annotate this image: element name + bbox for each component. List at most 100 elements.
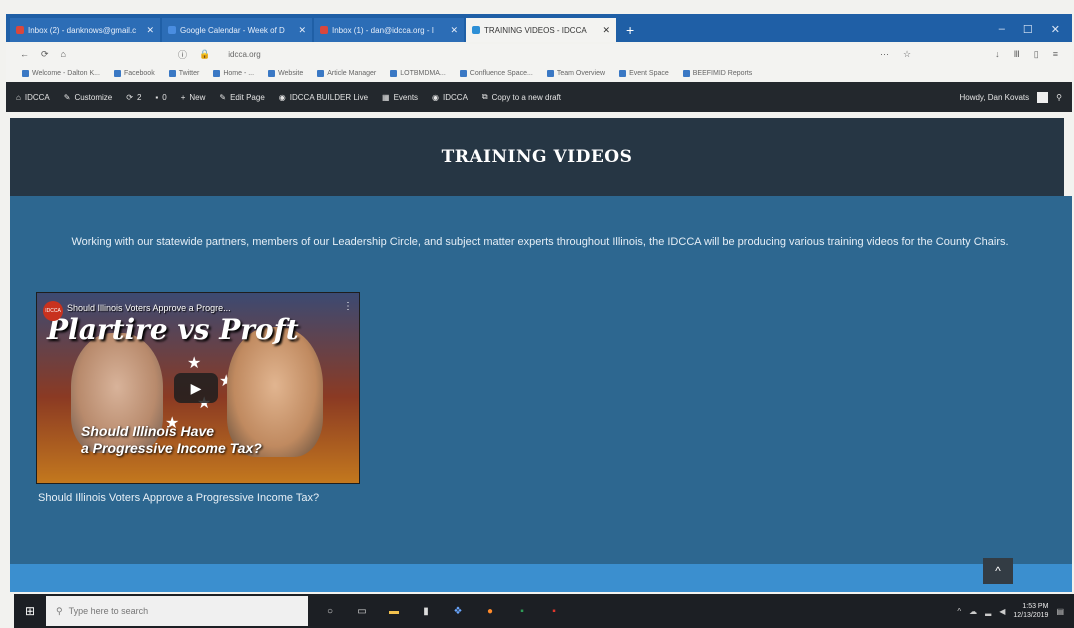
download-icon[interactable]: ↓ <box>995 49 1000 60</box>
page-actions-icon[interactable]: ⋯ <box>880 49 889 60</box>
scroll-to-top-button[interactable]: ^ <box>983 558 1013 584</box>
video-subtitle-line-2: a Progressive Income Tax? <box>81 440 262 456</box>
pencil-icon: ✎ <box>219 92 227 102</box>
close-tab-icon[interactable]: ✕ <box>602 25 610 36</box>
file-explorer-icon[interactable]: ▬ <box>386 603 402 619</box>
bookmark-icon <box>390 69 398 77</box>
calculator-icon[interactable]: ▮ <box>418 603 434 619</box>
lock-icon: 🔒 <box>199 48 211 59</box>
tab-label: Inbox (1) - dan@idcca.org - I <box>332 25 434 35</box>
acrobat-icon[interactable]: ▪ <box>546 603 562 619</box>
bookmark-item[interactable]: Website <box>268 69 303 77</box>
tab-training-videos[interactable]: TRAINING VIDEOS - IDCCA ✕ <box>466 18 616 42</box>
bookmark-item[interactable]: Confluence Space... <box>459 69 533 77</box>
screen: Inbox (2) - danknows@gmail.c ✕ Google Ca… <box>0 0 1074 628</box>
footer-strip <box>10 564 1072 592</box>
page-header: TRAINING VIDEOS <box>10 118 1064 196</box>
play-button[interactable]: ▶ <box>174 373 218 403</box>
volume-icon[interactable]: ◀ <box>999 607 1005 616</box>
close-tab-icon[interactable]: ✕ <box>450 25 458 36</box>
library-icon[interactable]: Ⅲ <box>1014 49 1020 60</box>
tab-label: Inbox (2) - danknows@gmail.c <box>28 25 137 35</box>
bookmark-item[interactable]: Home - ... <box>213 69 254 77</box>
bookmark-icon <box>213 69 221 77</box>
chevron-up-icon[interactable]: ^ <box>957 607 961 616</box>
firefox-icon[interactable]: ● <box>482 603 498 619</box>
minimize-icon[interactable]: – <box>999 23 1005 36</box>
bookmark-icon <box>268 69 276 77</box>
system-tray: ^ ☁ ▂ ◀ 1:53 PM 12/13/2019 ▤ <box>957 602 1074 620</box>
home-icon: ⌂ <box>16 92 21 102</box>
dropbox-icon[interactable]: ❖ <box>450 603 466 619</box>
video-player[interactable]: ★ ★ ★ ★ Plartire vs Proft IDCCA Should I… <box>36 292 360 484</box>
more-options-icon[interactable]: ⋮ <box>343 301 353 312</box>
video-title-bar[interactable]: Should Illinois Voters Approve a Progre.… <box>67 303 231 313</box>
video-subtitle-line-1: Should Illinois Have <box>81 423 215 439</box>
url-field[interactable]: idcca.org <box>228 50 260 59</box>
cortana-icon[interactable]: ○ <box>322 603 338 619</box>
close-tab-icon[interactable]: ✕ <box>298 25 306 36</box>
close-tab-icon[interactable]: ✕ <box>146 25 154 36</box>
time: 1:53 PM <box>1022 603 1049 610</box>
tab-gmail-1[interactable]: Inbox (2) - danknows@gmail.c ✕ <box>10 18 160 42</box>
bookmark-item[interactable]: BEEFIMID Reports <box>682 69 752 77</box>
admin-customize-link[interactable]: ✎ Customize <box>64 93 113 102</box>
reload-icon[interactable]: ⟳ <box>41 49 49 60</box>
bookmark-item[interactable]: Twitter <box>168 69 199 77</box>
builder-icon: ◉ <box>278 92 286 102</box>
bookmark-icon <box>22 69 29 77</box>
taskbar-search[interactable]: ⚲ Type here to search <box>46 596 308 626</box>
close-window-icon[interactable]: ✕ <box>1051 23 1060 36</box>
bookmark-item[interactable]: LOTBMDMA... <box>390 69 446 77</box>
admin-comments-link[interactable]: ▪ 0 <box>155 93 166 102</box>
video-subtitle: Should Illinois Have a Progressive Incom… <box>81 423 262 457</box>
page-title: TRAINING VIDEOS <box>441 147 633 167</box>
video-caption: Should Illinois Voters Approve a Progres… <box>38 492 320 504</box>
howdy-link[interactable]: Howdy, Dan Kovats <box>959 93 1029 102</box>
task-view-icon[interactable]: ▭ <box>354 603 370 619</box>
back-icon[interactable]: ← <box>20 49 29 59</box>
admin-account: Howdy, Dan Kovats ⚲ <box>959 91 1072 103</box>
bookmark-item[interactable]: Event Space <box>619 69 669 77</box>
bookmark-icon <box>317 69 325 77</box>
admin-events-link[interactable]: ▦ Events <box>382 93 418 102</box>
clock[interactable]: 1:53 PM 12/13/2019 <box>1013 602 1048 620</box>
admin-idcca-link[interactable]: ◉ IDCCA <box>432 93 468 102</box>
idcca-icon: ◉ <box>432 92 440 102</box>
windows-start-icon[interactable]: ⊞ <box>14 594 46 628</box>
tab-gmail-2[interactable]: Inbox (1) - dan@idcca.org - I ✕ <box>314 18 464 42</box>
menu-icon[interactable]: ≡ <box>1053 49 1058 60</box>
search-icon[interactable]: ⚲ <box>1056 93 1062 102</box>
avatar[interactable] <box>1037 91 1049 103</box>
cloud-icon[interactable]: ☁ <box>969 607 977 616</box>
search-placeholder: Type here to search <box>68 606 149 616</box>
bookmark-item[interactable]: Facebook <box>113 69 155 77</box>
admin-new-link[interactable]: + New <box>181 93 206 102</box>
sidebar-icon[interactable]: ▯ <box>1034 49 1039 60</box>
twitter-icon <box>168 69 176 77</box>
bookmark-item[interactable]: Welcome - Dalton K... <box>22 69 100 77</box>
bookmark-star-icon[interactable]: ☆ <box>903 49 911 60</box>
bookmark-icon <box>459 69 467 77</box>
notifications-icon[interactable]: ▤ <box>1056 607 1064 616</box>
home-icon[interactable]: ⌂ <box>61 49 66 59</box>
admin-site-link[interactable]: ⌂ IDCCA <box>16 93 50 102</box>
excel-icon[interactable]: ▪ <box>514 603 530 619</box>
network-icon[interactable]: ▂ <box>985 607 991 616</box>
admin-edit-page-link[interactable]: ✎ Edit Page <box>219 93 264 102</box>
tab-google-calendar[interactable]: Google Calendar - Week of D ✕ <box>162 18 312 42</box>
bookmark-item[interactable]: Article Manager <box>317 69 376 77</box>
admin-builder-link[interactable]: ◉ IDCCA BUILDER Live <box>279 93 368 102</box>
bookmark-item[interactable]: Team Overview <box>546 69 605 77</box>
star-icon: ★ <box>187 355 202 372</box>
bookmark-icon <box>682 69 690 77</box>
admin-copy-draft-link[interactable]: ⧉ Copy to a new draft <box>482 92 561 102</box>
wp-admin-bar: ⌂ IDCCA ✎ Customize ⟳ 2 ▪ 0 + New ✎ Edit Page … <box>6 82 1072 112</box>
search-icon: ⚲ <box>56 605 63 616</box>
admin-updates-link[interactable]: ⟳ 2 <box>126 93 141 102</box>
new-tab-button[interactable]: + <box>618 18 642 42</box>
info-icon: ⓘ <box>177 49 187 60</box>
maximize-icon[interactable]: ☐ <box>1023 23 1033 36</box>
taskbar-apps: ○ ▭ ▬ ▮ ❖ ● ▪ ▪ <box>322 603 562 619</box>
intro-text: Working with our statewide partners, mem… <box>71 236 1009 248</box>
